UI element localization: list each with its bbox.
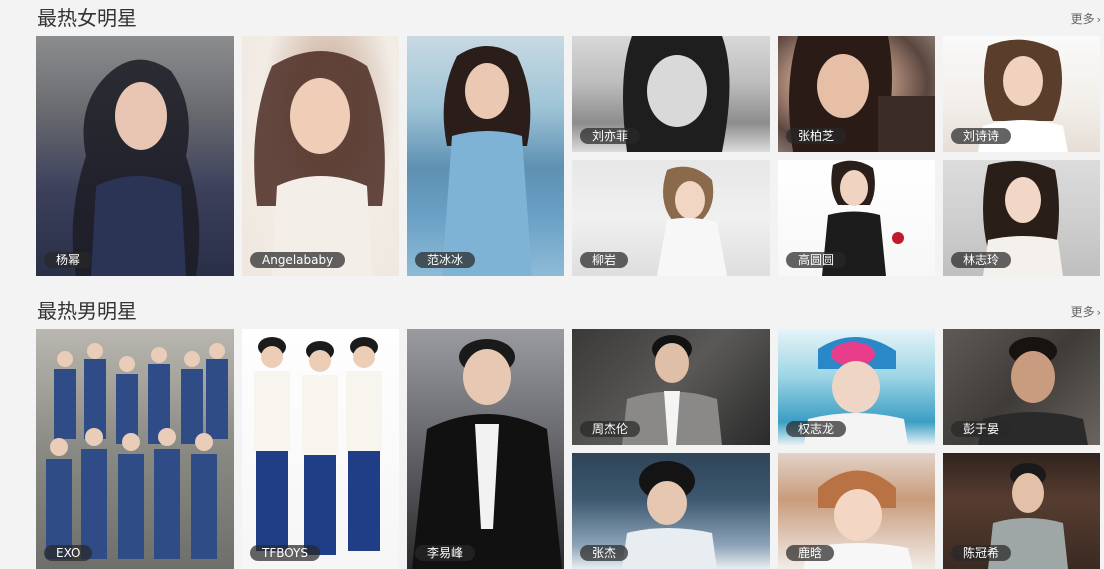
star-name: 权志龙 <box>786 421 847 437</box>
star-name: EXO <box>44 545 93 561</box>
star-name: 柳岩 <box>580 252 629 268</box>
star-card-zhang-jie[interactable]: 张杰 <box>572 453 770 569</box>
star-name: 张杰 <box>580 545 629 561</box>
star-photo-silhouette <box>412 339 562 569</box>
chevron-right-icon: › <box>1096 13 1101 26</box>
star-name: 陈冠希 <box>951 545 1012 561</box>
star-photo-silhouette <box>46 343 228 559</box>
section-title-female: 最热女明星 <box>37 6 137 30</box>
star-card-lin-zhiling[interactable]: 林志玲 <box>943 160 1100 276</box>
star-card-chen-guanxi[interactable]: 陈冠希 <box>943 453 1100 569</box>
more-label: 更多 <box>1070 12 1095 26</box>
more-label: 更多 <box>1070 305 1095 319</box>
star-card-angelababy[interactable]: Angelababy <box>242 36 399 276</box>
star-name: 高圆圆 <box>786 252 847 268</box>
star-name: 范冰冰 <box>415 252 476 268</box>
star-name: 周杰伦 <box>580 421 641 437</box>
star-name: 林志玲 <box>951 252 1012 268</box>
star-card-lu-han[interactable]: 鹿晗 <box>778 453 935 569</box>
star-card-zhou-jielun[interactable]: 周杰伦 <box>572 329 770 445</box>
star-photo-silhouette <box>254 51 385 276</box>
star-card-liu-shishi[interactable]: 刘诗诗 <box>943 36 1100 152</box>
star-card-tfboys[interactable]: TFBOYS <box>242 329 399 569</box>
star-photo-silhouette <box>254 337 382 555</box>
chevron-right-icon: › <box>1096 306 1101 319</box>
more-link-male[interactable]: 更多 › <box>1071 305 1101 320</box>
star-name: 鹿晗 <box>786 545 835 561</box>
star-name: 刘诗诗 <box>951 128 1012 144</box>
star-card-peng-yuyan[interactable]: 彭于晏 <box>943 329 1100 445</box>
star-name: 杨幂 <box>44 252 93 268</box>
star-name: Angelababy <box>250 252 346 268</box>
star-photo-silhouette <box>442 46 532 276</box>
star-name: 张柏芝 <box>786 128 847 144</box>
star-name: TFBOYS <box>250 545 320 561</box>
star-card-gao-yuanyuan[interactable]: 高圆圆 <box>778 160 935 276</box>
star-card-zhang-baizhi[interactable]: 张柏芝 <box>778 36 935 152</box>
section-title-male: 最热男明星 <box>37 299 137 323</box>
more-link-female[interactable]: 更多 › <box>1071 12 1101 27</box>
star-card-yang-mi[interactable]: 杨幂 <box>36 36 234 276</box>
star-card-exo[interactable]: EXO <box>36 329 234 569</box>
star-card-liu-yifei[interactable]: 刘亦菲 <box>572 36 770 152</box>
star-card-liu-yan[interactable]: 柳岩 <box>572 160 770 276</box>
star-name: 彭于晏 <box>951 421 1012 437</box>
star-card-li-yifeng[interactable]: 李易峰 <box>407 329 564 569</box>
star-photo-silhouette <box>72 59 200 276</box>
star-card-quan-zhilong[interactable]: 权志龙 <box>778 329 935 445</box>
star-card-fan-bingbing[interactable]: 范冰冰 <box>407 36 564 276</box>
star-name: 刘亦菲 <box>580 128 641 144</box>
star-name: 李易峰 <box>415 545 476 561</box>
